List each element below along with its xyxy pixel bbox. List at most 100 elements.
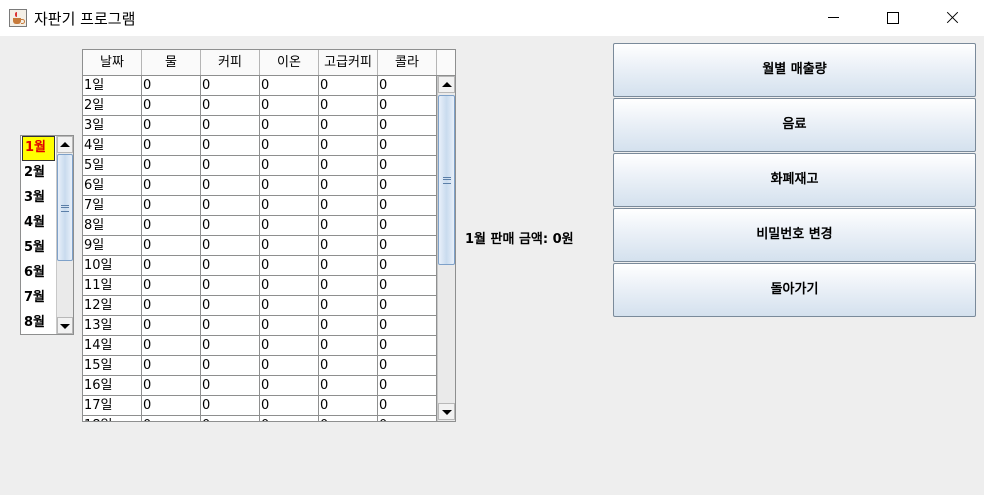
- month-item[interactable]: 1월: [22, 136, 55, 161]
- table-cell[interactable]: 0: [378, 296, 437, 316]
- scroll-up-arrow-icon[interactable]: [438, 76, 455, 93]
- month-list[interactable]: 1월 2월 3월 4월 5월 6월 7월 8월: [20, 135, 74, 335]
- table-cell[interactable]: 10일: [83, 256, 142, 276]
- table-cell[interactable]: 0: [142, 276, 201, 296]
- table-cell[interactable]: 3일: [83, 116, 142, 136]
- table-cell[interactable]: 0: [260, 236, 319, 256]
- table-cell[interactable]: 16일: [83, 376, 142, 396]
- table-cell[interactable]: 0: [201, 116, 260, 136]
- table-cell[interactable]: 0: [378, 76, 437, 96]
- table-cell[interactable]: 2일: [83, 96, 142, 116]
- table-cell[interactable]: 0: [142, 316, 201, 336]
- table-row[interactable]: 17일 0 0 0 0 0: [83, 396, 437, 416]
- table-cell[interactable]: 0: [142, 396, 201, 416]
- table-cell[interactable]: 0: [142, 96, 201, 116]
- table-cell[interactable]: 0: [142, 416, 201, 421]
- table-cell[interactable]: 17일: [83, 396, 142, 416]
- table-cell[interactable]: 0: [319, 336, 378, 356]
- table-cell[interactable]: 0: [260, 116, 319, 136]
- table-row[interactable]: 13일 0 0 0 0 0: [83, 316, 437, 336]
- table-cell[interactable]: 13일: [83, 316, 142, 336]
- table-cell[interactable]: 0: [260, 216, 319, 236]
- table-cell[interactable]: 0: [142, 256, 201, 276]
- table-cell[interactable]: 0: [319, 316, 378, 336]
- table-cell[interactable]: 0: [201, 156, 260, 176]
- column-header[interactable]: 커피: [201, 50, 260, 75]
- table-cell[interactable]: 0: [142, 376, 201, 396]
- month-item[interactable]: 6월: [22, 261, 55, 286]
- table-cell[interactable]: 0: [142, 196, 201, 216]
- monthly-sales-button[interactable]: 월별 매출량: [613, 43, 976, 97]
- table-cell[interactable]: 0: [201, 76, 260, 96]
- column-header[interactable]: 고급커피: [319, 50, 378, 75]
- table-row[interactable]: 18일00000: [83, 416, 437, 421]
- minimize-button[interactable]: [811, 0, 857, 36]
- table-cell[interactable]: 0: [319, 236, 378, 256]
- table-cell[interactable]: 0: [319, 96, 378, 116]
- column-header[interactable]: 이온: [260, 50, 319, 75]
- table-cell[interactable]: 0: [378, 276, 437, 296]
- table-row[interactable]: 1일 0 0 0 0 0: [83, 76, 437, 96]
- back-button[interactable]: 돌아가기: [613, 263, 976, 317]
- table-cell[interactable]: 0: [260, 316, 319, 336]
- scroll-thumb[interactable]: [57, 154, 73, 261]
- table-cell[interactable]: 0: [142, 356, 201, 376]
- table-row[interactable]: 6일 0 0 0 0 0: [83, 176, 437, 196]
- table-cell[interactable]: 0: [319, 156, 378, 176]
- table-cell[interactable]: 0: [319, 196, 378, 216]
- table-scrollbar[interactable]: [437, 76, 455, 421]
- table-cell[interactable]: 0: [319, 356, 378, 376]
- table-cell[interactable]: 0: [142, 156, 201, 176]
- table-cell[interactable]: 0: [201, 96, 260, 116]
- table-cell[interactable]: 11일: [83, 276, 142, 296]
- table-cell[interactable]: 0: [260, 396, 319, 416]
- table-cell[interactable]: 1일: [83, 76, 142, 96]
- table-cell[interactable]: 9일: [83, 236, 142, 256]
- table-cell[interactable]: 0: [319, 116, 378, 136]
- table-cell[interactable]: 0: [319, 256, 378, 276]
- table-cell[interactable]: 18일: [83, 416, 142, 421]
- table-cell[interactable]: 0: [260, 336, 319, 356]
- table-cell[interactable]: 0: [378, 316, 437, 336]
- table-cell[interactable]: 0: [378, 216, 437, 236]
- table-cell[interactable]: 0: [201, 416, 260, 421]
- table-cell[interactable]: 0: [319, 296, 378, 316]
- table-cell[interactable]: 12일: [83, 296, 142, 316]
- table-cell[interactable]: 0: [260, 136, 319, 156]
- close-button[interactable]: [929, 0, 975, 36]
- table-cell[interactable]: 15일: [83, 356, 142, 376]
- table-cell[interactable]: 0: [260, 296, 319, 316]
- table-row[interactable]: 2일 0 0 0 0 0: [83, 96, 437, 116]
- month-item[interactable]: 2월: [22, 161, 55, 186]
- table-cell[interactable]: 0: [378, 116, 437, 136]
- table-cell[interactable]: 0: [260, 196, 319, 216]
- table-cell[interactable]: 14일: [83, 336, 142, 356]
- table-cell[interactable]: 0: [201, 276, 260, 296]
- table-cell[interactable]: 0: [319, 276, 378, 296]
- table-cell[interactable]: 0: [319, 396, 378, 416]
- table-row[interactable]: 16일 0 0 0 0 0: [83, 376, 437, 396]
- table-row[interactable]: 7일 0 0 0 0 0: [83, 196, 437, 216]
- column-header[interactable]: 콜라: [378, 50, 437, 75]
- table-cell[interactable]: 0: [378, 376, 437, 396]
- table-cell[interactable]: 0: [378, 156, 437, 176]
- table-cell[interactable]: 0: [260, 96, 319, 116]
- table-cell[interactable]: 0: [378, 256, 437, 276]
- table-row[interactable]: 3일 0 0 0 0 0: [83, 116, 437, 136]
- change-password-button[interactable]: 비밀번호 변경: [613, 208, 976, 262]
- scroll-down-arrow-icon[interactable]: [57, 317, 73, 334]
- table-cell[interactable]: 0: [201, 356, 260, 376]
- table-cell[interactable]: 0: [142, 336, 201, 356]
- month-item[interactable]: 7월: [22, 286, 55, 311]
- table-cell[interactable]: 0: [201, 296, 260, 316]
- table-cell[interactable]: 0: [142, 216, 201, 236]
- table-cell[interactable]: 0: [378, 416, 437, 421]
- table-cell[interactable]: 0: [260, 356, 319, 376]
- table-cell[interactable]: 0: [201, 196, 260, 216]
- table-cell[interactable]: 0: [319, 76, 378, 96]
- table-cell[interactable]: 0: [319, 216, 378, 236]
- table-cell[interactable]: 0: [260, 256, 319, 276]
- currency-stock-button[interactable]: 화폐재고: [613, 153, 976, 207]
- table-cell[interactable]: 0: [142, 176, 201, 196]
- table-cell[interactable]: 0: [319, 376, 378, 396]
